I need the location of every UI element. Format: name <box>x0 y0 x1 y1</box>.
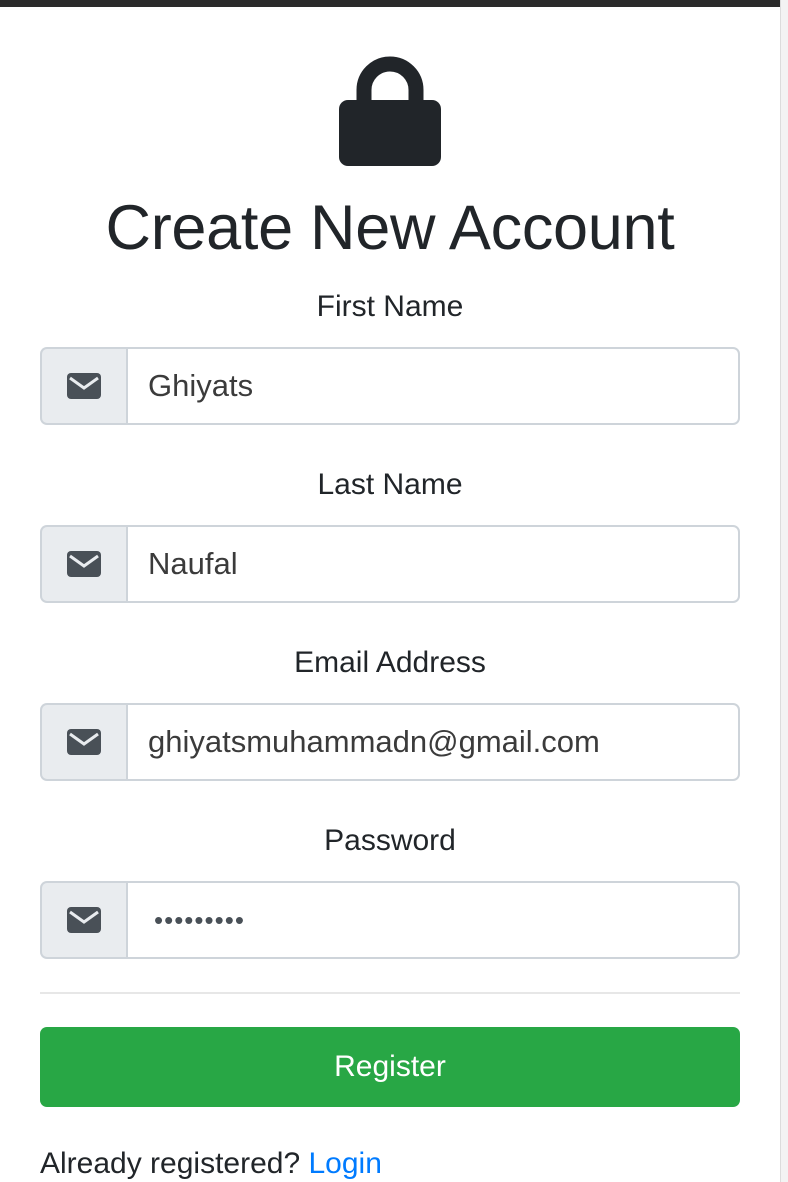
first-name-group: Ghiyats <box>40 347 740 425</box>
last-name-group: Naufal <box>40 525 740 603</box>
last-name-addon <box>40 525 126 603</box>
envelope-icon <box>67 729 101 755</box>
envelope-icon <box>67 907 101 933</box>
top-border <box>0 0 781 7</box>
email-addon <box>40 703 126 781</box>
window-edge <box>780 0 788 1182</box>
register-button[interactable]: Register <box>40 1027 740 1107</box>
login-prompt-text: Already registered? <box>40 1147 301 1180</box>
page-title: Create New Account <box>105 193 675 263</box>
last-name-input[interactable]: Naufal <box>126 525 740 603</box>
lock-icon <box>339 56 441 166</box>
password-input[interactable]: ••••••••• <box>126 881 740 959</box>
password-label: Password <box>324 824 456 857</box>
password-group: ••••••••• <box>40 881 740 959</box>
email-label: Email Address <box>294 646 486 679</box>
email-group: ghiyatsmuhammadn@gmail.com <box>40 703 740 781</box>
envelope-icon <box>67 551 101 577</box>
last-name-label: Last Name <box>317 468 463 501</box>
envelope-icon <box>67 373 101 399</box>
password-addon <box>40 881 126 959</box>
first-name-label: First Name <box>316 290 464 323</box>
login-link[interactable]: Login <box>309 1147 382 1180</box>
login-prompt: Already registered? Login <box>40 1146 382 1182</box>
first-name-addon <box>40 347 126 425</box>
first-name-input[interactable]: Ghiyats <box>126 347 740 425</box>
email-input[interactable]: ghiyatsmuhammadn@gmail.com <box>126 703 740 781</box>
form-divider <box>40 992 740 994</box>
